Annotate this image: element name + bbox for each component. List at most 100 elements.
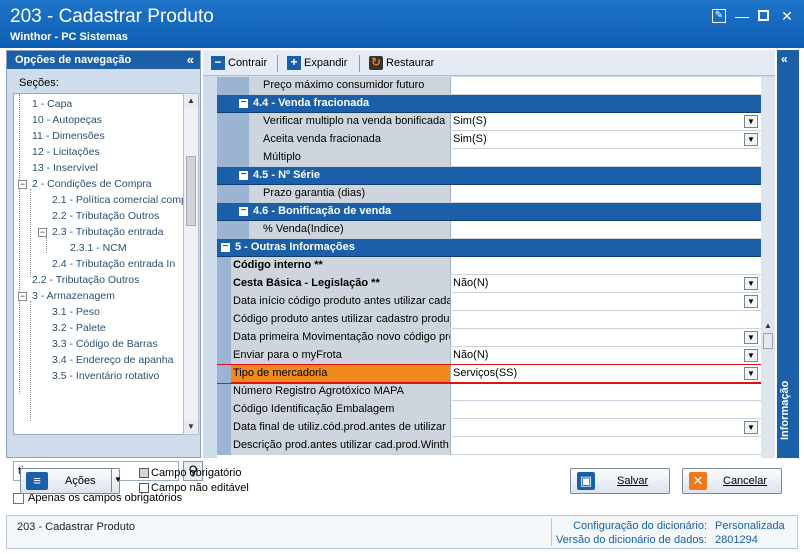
grid-scroll-up-icon[interactable]: ▲ [761,319,775,333]
tree-item[interactable]: 2.4 - Tributação entrada In [52,256,175,272]
grid-field-label: Cesta Básica - Legislação ** [231,275,450,292]
minus-icon: − [211,56,225,71]
tree-item[interactable]: 3 - Armazenagem [32,288,115,304]
expand-label: Expandir [304,57,348,69]
info-panel[interactable]: « Informação [777,50,799,458]
grid-field-select[interactable]: ▼ [450,419,761,436]
only-required-checkbox[interactable] [13,492,24,504]
collapse-left-icon[interactable]: « [187,52,194,67]
close-icon[interactable]: ✕ [780,9,794,23]
grid-group-label: 5 - Outras Informações [235,241,355,253]
tree-collapse-icon[interactable]: − [38,228,47,237]
group-collapse-icon[interactable]: − [239,98,248,108]
grid-field-input[interactable] [450,437,761,454]
grid-field-label: Descrição prod.antes utilizar cad.prod.W… [231,437,450,454]
grid-field-select[interactable]: Sim(S) ▼ [450,131,761,148]
dropdown-arrow-icon[interactable]: ▼ [744,277,758,290]
maximize-icon[interactable] [757,9,771,23]
dictionary-version-label: Versão do dicionário de dados: [555,534,707,546]
edit-icon[interactable]: ✎ [712,9,726,23]
dropdown-arrow-icon[interactable]: ▼ [744,421,758,434]
grid-field-row: Código produto antes utilizar cadastro p… [217,311,761,329]
grid-field-label: Código Identificação Embalagem [231,401,450,418]
tree-item[interactable]: 2.1 - Política comercial comp [52,192,187,208]
restore-button[interactable]: ↻ Restaurar [369,55,434,71]
grid-field-select[interactable]: ▼ [450,293,761,310]
dropdown-arrow-icon[interactable]: ▼ [744,295,758,308]
minimize-icon[interactable]: — [735,9,749,23]
tree-item[interactable]: 3.5 - Inventário rotativo [52,368,159,384]
dropdown-arrow-icon[interactable]: ▼ [744,115,758,128]
grid-group-header[interactable]: −5 - Outras Informações [217,239,761,257]
collapse-button[interactable]: − Contrair [211,55,267,71]
grid-field-row: Tipo de mercadoria Serviços(SS) ▼ [217,364,761,384]
navigation-header: Opções de navegação « [7,51,200,69]
tree-item[interactable]: 2.3.1 - NCM [70,240,127,256]
grid-group-header[interactable]: −4.5 - Nº Série [217,167,761,185]
actions-dropdown-icon[interactable]: ▼ [111,468,122,492]
cancel-icon: ✕ [689,472,707,490]
scroll-down-icon[interactable]: ▼ [184,420,198,434]
grid-group-header[interactable]: −4.6 - Bonificação de venda [217,203,761,221]
grid-field-input[interactable] [450,383,761,400]
grid-field-input[interactable] [450,401,761,418]
grid-field-input[interactable] [450,311,761,328]
tree-item[interactable]: 2.2 - Tributação Outros [32,272,139,288]
expand-button[interactable]: + Expandir [287,55,347,71]
tree-collapse-icon[interactable]: − [18,292,27,301]
grid-group-label: 4.4 - Venda fracionada [253,97,370,109]
tree-item[interactable]: 2.2 - Tributação Outros [52,208,159,224]
scroll-up-icon[interactable]: ▲ [184,94,198,108]
group-collapse-icon[interactable]: − [221,242,230,252]
tree-item[interactable]: 2 - Condições de Compra [32,176,152,192]
grid-vertical-scrollbar[interactable]: ▲ [761,77,775,458]
tree-item[interactable]: 2.3 - Tributação entrada [52,224,164,240]
grid-field-select[interactable]: Não(N) ▼ [450,347,761,364]
grid-field-input[interactable] [450,77,761,94]
grid-field-select[interactable]: ▼ [450,329,761,346]
title-bar: 203 - Cadastrar Produto Winthor - PC Sis… [0,0,804,48]
tree-item[interactable]: 3.4 - Endereço de apanha [52,352,173,368]
grid-field-input[interactable] [450,221,761,238]
only-required-option[interactable]: Apenas os campos obrigatórios [13,492,182,506]
grid-field-row: Código interno ** [217,257,761,275]
group-collapse-icon[interactable]: − [239,170,248,180]
tree-item[interactable]: 1 - Capa [32,96,72,112]
property-grid: Preço máximo consumidor futuro −4.4 - Ven… [217,77,761,458]
grid-field-value: Serviços(SS) [453,367,518,379]
actions-button[interactable]: ≡ Ações ▼ [20,468,122,494]
dropdown-arrow-icon[interactable]: ▼ [744,349,758,362]
grid-field-label: Preço máximo consumidor futuro [249,77,450,94]
save-button[interactable]: ▣ Salvar [570,468,670,494]
grid-field-select[interactable]: Não(N) ▼ [450,275,761,292]
scroll-thumb[interactable] [186,156,196,226]
expand-info-icon[interactable]: « [781,52,788,66]
status-screen-name: 203 - Cadastrar Produto [17,521,136,533]
group-collapse-icon[interactable]: − [239,206,248,216]
grid-field-label: % Venda(Indice) [249,221,450,238]
grid-scroll-thumb[interactable] [763,333,773,349]
tree-item[interactable]: 3.3 - Código de Barras [52,336,158,352]
dropdown-arrow-icon[interactable]: ▼ [744,331,758,344]
tree-item[interactable]: 13 - Inservível [32,160,98,176]
dropdown-arrow-icon[interactable]: ▼ [744,367,758,380]
tree-item[interactable]: 12 - Licitações [32,144,100,160]
tree-vertical-scrollbar[interactable]: ▲ ▼ [183,93,199,435]
grid-field-select[interactable]: Serviços(SS) ▼ [450,365,761,382]
grid-group-header[interactable]: −4.4 - Venda fracionada [217,95,761,113]
grid-field-input[interactable] [450,149,761,166]
grid-field-label: Data final de utiliz.cód.prod.antes de u… [231,419,450,436]
grid-field-row: Código Identificação Embalagem [217,401,761,419]
grid-field-row: Data primeira Movimentação novo código p… [217,329,761,347]
tree-item[interactable]: 3.2 - Palete [52,320,106,336]
grid-field-input[interactable] [450,257,761,274]
dropdown-arrow-icon[interactable]: ▼ [744,133,758,146]
grid-field-select[interactable]: Sim(S) ▼ [450,113,761,130]
tree-item[interactable]: 10 - Autopeças [32,112,102,128]
grid-field-row: Número Registro Agrotóxico MAPA [217,383,761,401]
cancel-button[interactable]: ✕ Cancelar [682,468,782,494]
tree-collapse-icon[interactable]: − [18,180,27,189]
tree-item[interactable]: 11 - Dimensões [32,128,105,144]
tree-item[interactable]: 3.1 - Peso [52,304,100,320]
grid-field-input[interactable] [450,185,761,202]
